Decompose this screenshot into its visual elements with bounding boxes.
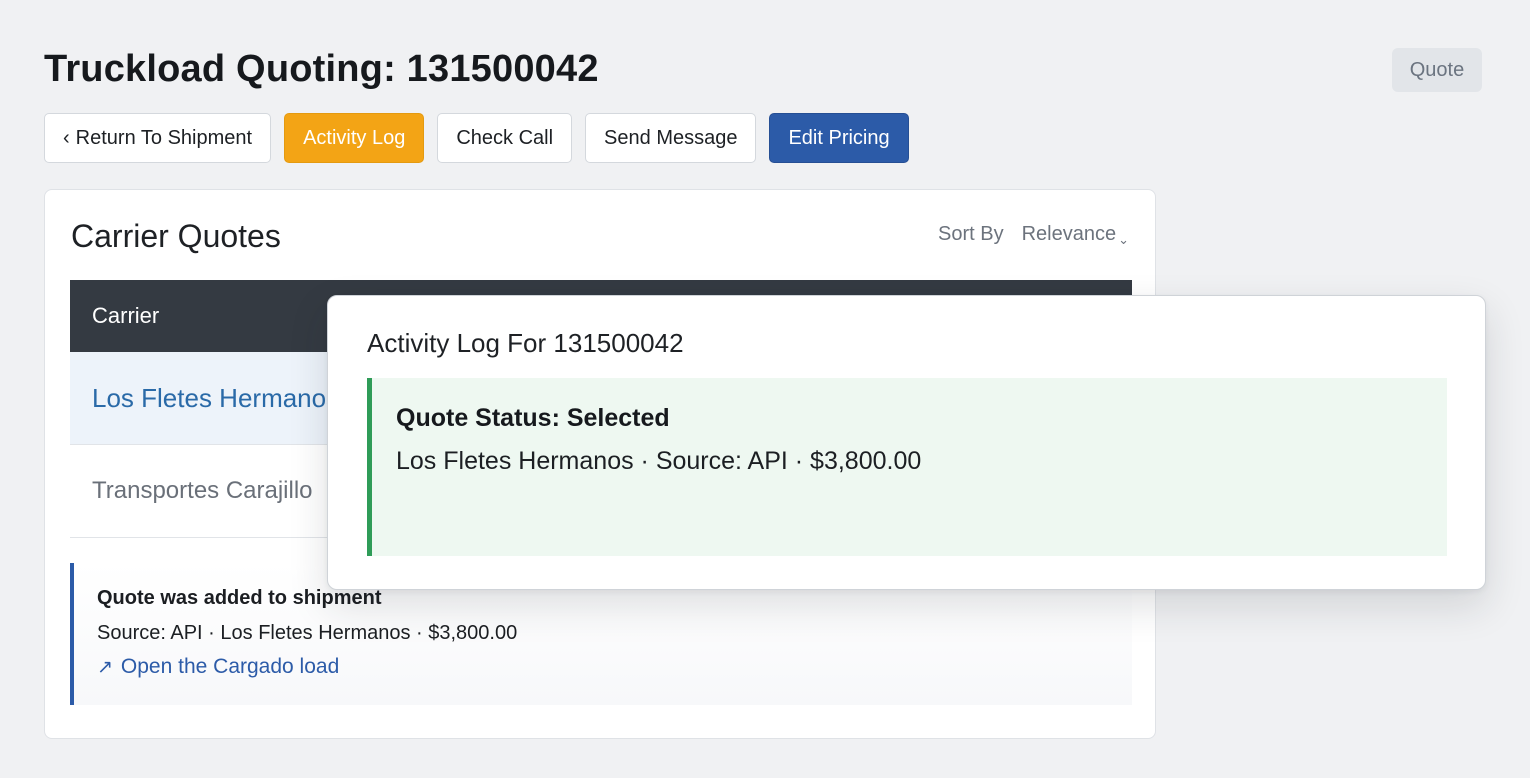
open-cargado-load-label: Open the Cargado load: [120, 655, 340, 678]
sort-label: Sort By: [938, 223, 1004, 245]
action-toolbar: ‹ Return To Shipment Activity Log Check …: [44, 113, 909, 163]
activity-log-button[interactable]: Activity Log: [284, 113, 425, 163]
chevron-left-icon: ‹: [63, 126, 70, 149]
carrier-quotes-title: Carrier Quotes: [71, 218, 281, 254]
log-entry-title: Quote Status: Selected: [396, 404, 670, 432]
log-entry-detail: Los Fletes Hermanos · Source: API · $3,8…: [396, 447, 922, 475]
carrier-name[interactable]: Transportes Carajillo: [92, 477, 313, 505]
open-cargado-load-link[interactable]: ↗ Open the Cargado load: [97, 655, 1132, 679]
note-detail: Source: API · Los Fletes Hermanos · $3,8…: [97, 622, 518, 644]
truckload-quoting-page: Truckload Quoting: 131500042 Quote ‹ Ret…: [0, 0, 1530, 778]
chevron-down-icon: ⌄: [1118, 232, 1129, 247]
quote-status-button[interactable]: Quote: [1392, 48, 1482, 92]
sort-select[interactable]: Relevance ⌄: [1021, 223, 1129, 247]
external-arrow-icon: ↗: [97, 656, 113, 678]
note-title: Quote was added to shipment: [97, 587, 382, 609]
activity-log-entry: Quote Status: Selected Los Fletes Herman…: [367, 378, 1447, 556]
return-to-shipment-label: Return To Shipment: [75, 126, 253, 149]
sort-value: Relevance: [1021, 223, 1117, 245]
edit-pricing-button[interactable]: Edit Pricing: [769, 113, 909, 163]
send-message-button[interactable]: Send Message: [585, 113, 757, 163]
check-call-button[interactable]: Check Call: [437, 113, 573, 163]
sort-control: Sort By Relevance ⌄: [938, 223, 1129, 247]
return-to-shipment-button[interactable]: ‹ Return To Shipment: [44, 113, 272, 163]
activity-log-title: Activity Log For 131500042: [367, 328, 684, 358]
page-title: Truckload Quoting: 131500042: [44, 48, 599, 90]
activity-log-popover: Activity Log For 131500042 Quote Status:…: [327, 295, 1486, 590]
carrier-name[interactable]: Los Fletes Hermanos: [92, 383, 339, 414]
column-header-carrier[interactable]: Carrier: [92, 303, 159, 329]
